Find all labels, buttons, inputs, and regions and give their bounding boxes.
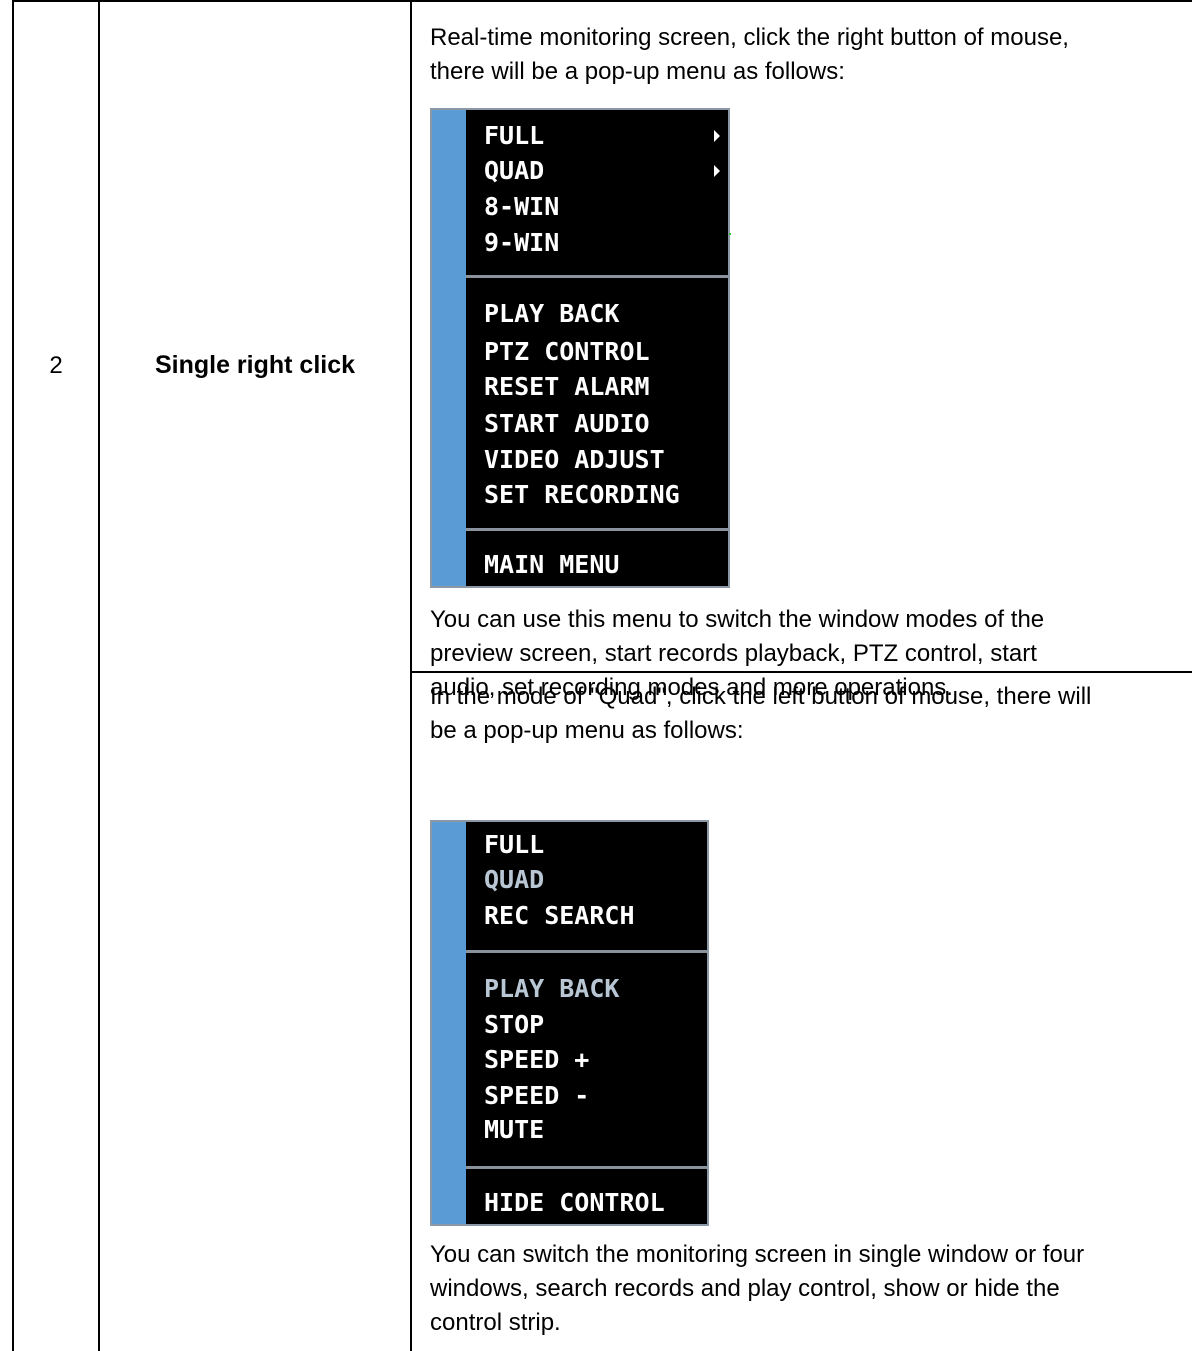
table-border-col2 xyxy=(410,0,412,1351)
menu-item-full[interactable]: FULL xyxy=(484,829,544,861)
section1-intro: Real-time monitoring screen, click the r… xyxy=(430,21,1190,89)
menu-item-play-back: PLAY BACK xyxy=(484,974,620,1003)
right-click-popup-menu: FULL QUAD 8-WIN 9-WIN PLAY BACK PTZ CONT… xyxy=(430,108,730,588)
menu-item-hide-control[interactable]: HIDE CONTROL xyxy=(484,1187,665,1219)
menu-item-9-win[interactable]: 9-WIN xyxy=(484,227,559,259)
menu-item-speed-minus[interactable]: SPEED - xyxy=(484,1080,589,1112)
menu-side-strip xyxy=(432,110,466,586)
text-line: You can use this menu to switch the wind… xyxy=(430,606,1045,633)
section2-intro: In the mode of "Quad", click the left bu… xyxy=(430,680,1190,748)
menu-item-set-recording[interactable]: SET RECORDING xyxy=(484,479,680,511)
text-line: control strip. xyxy=(430,1309,561,1336)
menu-item-full[interactable]: FULL xyxy=(484,120,544,152)
manual-table: 2 Single right click Real-time monitorin… xyxy=(0,0,1192,1351)
table-border-col1 xyxy=(98,0,100,1351)
quad-left-click-popup-menu: FULL QUAD REC SEARCH PLAY BACK STOP SPEE… xyxy=(430,820,709,1226)
text-line: In the mode of "Quad", click the left bu… xyxy=(430,683,1092,710)
menu-item-ptz-control[interactable]: PTZ CONTROL xyxy=(484,336,650,368)
menu-divider xyxy=(466,950,707,953)
menu-item-start-audio[interactable]: START AUDIO xyxy=(484,408,650,440)
row-title: Single right click xyxy=(154,351,356,379)
menu-divider xyxy=(466,528,728,531)
menu-item-video-adjust[interactable]: VIDEO ADJUST xyxy=(484,444,665,476)
menu-item-stop[interactable]: STOP xyxy=(484,1009,544,1041)
text-line: Real-time monitoring screen, click the r… xyxy=(430,24,1069,51)
menu-divider xyxy=(466,1166,707,1169)
menu-item-speed-plus[interactable]: SPEED + xyxy=(484,1044,589,1076)
menu-item-reset-alarm[interactable]: RESET ALARM xyxy=(484,371,650,403)
text-line: You can switch the monitoring screen in … xyxy=(430,1241,1085,1268)
menu-item-mute[interactable]: MUTE xyxy=(484,1114,544,1146)
menu-item-quad: QUAD xyxy=(484,865,545,894)
submenu-arrow-icon xyxy=(714,130,720,142)
section2-description: You can switch the monitoring screen in … xyxy=(430,1238,1190,1340)
menu-item-rec-search[interactable]: REC SEARCH xyxy=(484,900,635,932)
text-line: be a pop-up menu as follows: xyxy=(430,717,744,744)
menu-divider xyxy=(466,275,728,278)
text-line: preview screen, start records playback, … xyxy=(430,640,1037,667)
green-pixel-artifact xyxy=(729,233,731,235)
table-border-left xyxy=(12,0,14,1351)
menu-item-play-back[interactable]: PLAY BACK xyxy=(484,298,619,330)
menu-item-8-win[interactable]: 8-WIN xyxy=(484,191,559,223)
text-line: windows, search records and play control… xyxy=(430,1275,1060,1302)
table-border-top xyxy=(12,0,1192,2)
menu-item-quad[interactable]: QUAD xyxy=(484,155,544,187)
submenu-arrow-icon xyxy=(714,165,720,177)
text-line: there will be a pop-up menu as follows: xyxy=(430,58,845,85)
menu-item-main-menu[interactable]: MAIN MENU xyxy=(484,549,619,581)
row-number: 2 xyxy=(49,352,63,379)
menu-side-strip xyxy=(432,822,466,1224)
